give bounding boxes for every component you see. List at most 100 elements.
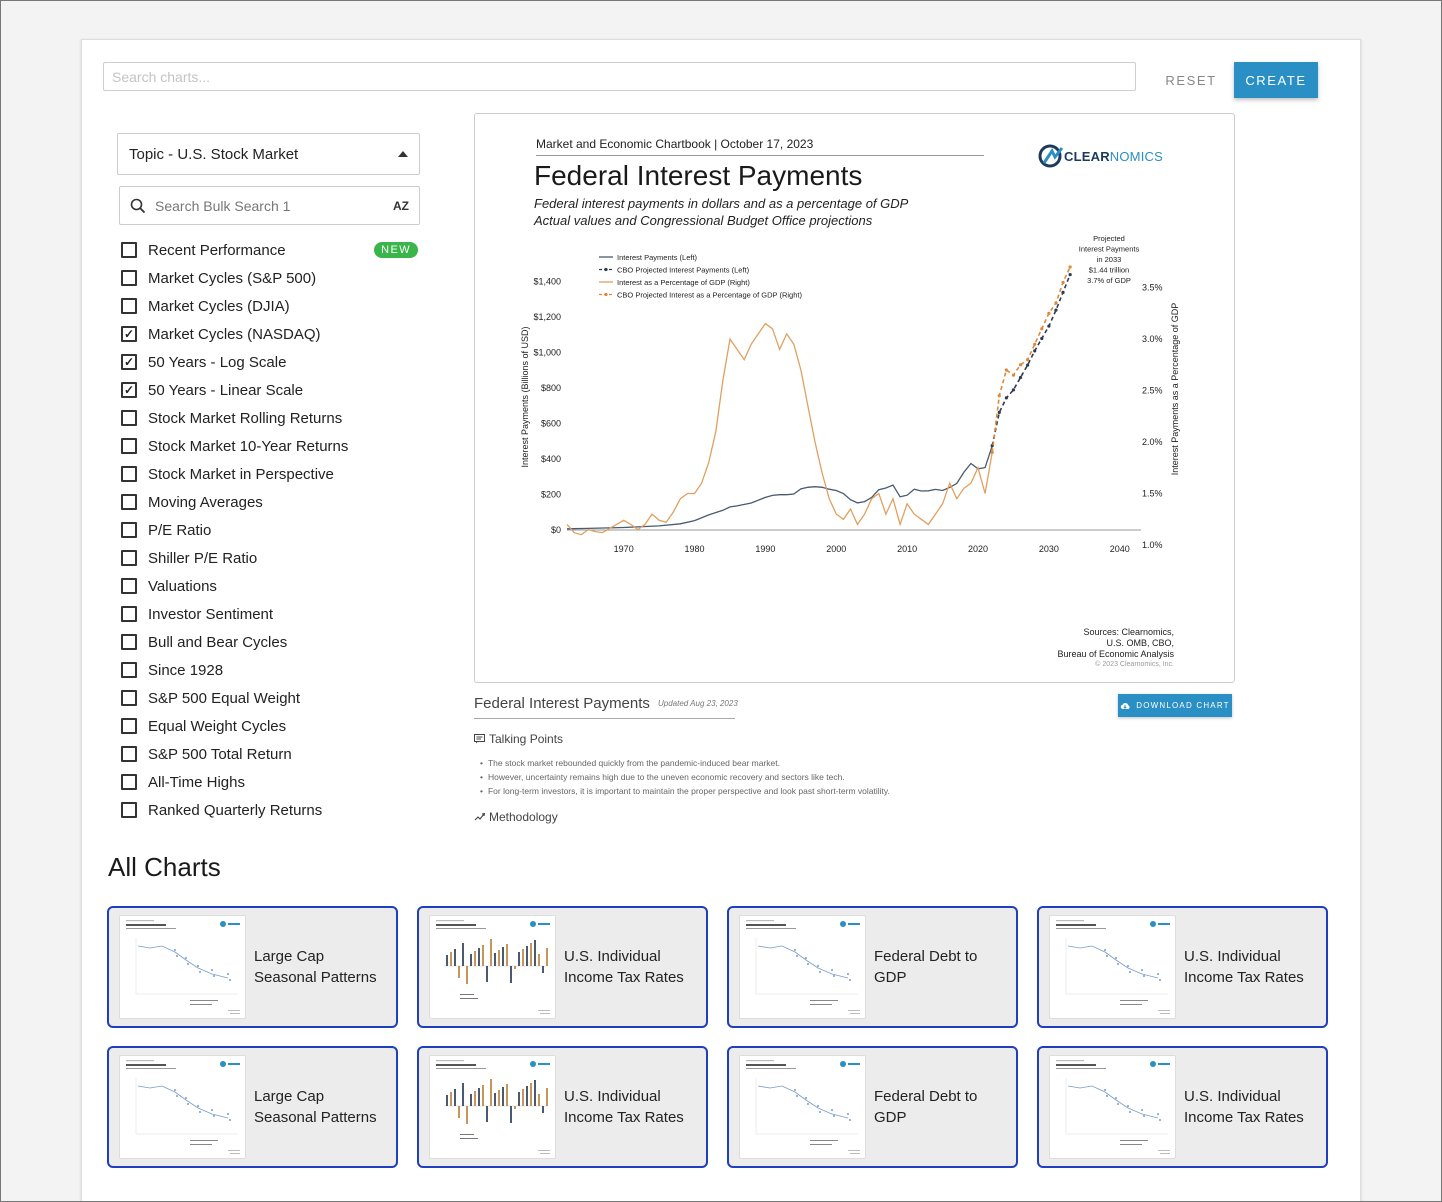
- chart-card[interactable]: U.S. Individual Income Tax Rates: [1037, 1046, 1328, 1168]
- series-point: [1054, 301, 1058, 305]
- checkbox[interactable]: [121, 298, 137, 314]
- series-point: [1068, 273, 1072, 277]
- chart-thumbnail: [429, 915, 556, 1019]
- checklist-item[interactable]: S&P 500 Equal Weight: [121, 684, 421, 712]
- chart-card[interactable]: Federal Debt to GDP: [727, 1046, 1018, 1168]
- series-point: [1026, 363, 1030, 367]
- checkbox[interactable]: [121, 746, 137, 762]
- chart-card[interactable]: U.S. Individual Income Tax Rates: [417, 906, 708, 1028]
- checkbox[interactable]: [121, 466, 137, 482]
- checkbox[interactable]: [121, 578, 137, 594]
- checklist-item-label: Ranked Quarterly Returns: [148, 801, 323, 819]
- methodology-heading[interactable]: Methodology: [474, 810, 558, 824]
- checklist-item-label: Valuations: [148, 577, 217, 595]
- topic-dropdown-label: Topic - U.S. Stock Market: [129, 145, 299, 163]
- search-icon: [130, 198, 146, 213]
- card-label-line: Large Cap: [254, 1088, 325, 1105]
- y-tick-label: $200: [541, 490, 561, 500]
- checklist-item[interactable]: ✓ 50 Years - Linear Scale: [121, 376, 421, 404]
- checkbox-checked[interactable]: ✓: [121, 326, 137, 342]
- checklist-item[interactable]: Bull and Bear Cycles: [121, 628, 421, 656]
- checkbox-checked[interactable]: ✓: [121, 382, 137, 398]
- series-point: [1068, 265, 1072, 269]
- checkbox-checked[interactable]: ✓: [121, 354, 137, 370]
- create-button[interactable]: CREATE: [1234, 62, 1318, 98]
- all-charts-heading: All Charts: [108, 852, 221, 882]
- card-label-line: U.S. Individual: [1184, 948, 1281, 965]
- chart-search-input[interactable]: [103, 62, 1136, 91]
- checklist-item-label: Market Cycles (S&P 500): [148, 269, 317, 287]
- checkbox[interactable]: [121, 802, 137, 818]
- checklist-item[interactable]: Equal Weight Cycles: [121, 712, 421, 740]
- x-tick-label: 1970: [614, 544, 634, 554]
- checklist-item[interactable]: Market Cycles (DJIA): [121, 292, 421, 320]
- y-axis-label: Interest Payments (Billions of USD): [520, 326, 530, 467]
- y-tick-label: $400: [541, 454, 561, 464]
- checkbox[interactable]: [121, 270, 137, 286]
- legend-label: CBO Projected Interest Payments (Left): [617, 266, 750, 275]
- checkbox[interactable]: [121, 438, 137, 454]
- checklist-item[interactable]: Stock Market 10-Year Returns: [121, 432, 421, 460]
- checkbox[interactable]: [121, 634, 137, 650]
- checkbox[interactable]: [121, 242, 137, 258]
- checklist-item[interactable]: S&P 500 Total Return: [121, 740, 421, 768]
- checklist-item[interactable]: Stock Market Rolling Returns: [121, 404, 421, 432]
- checklist-item-label: 50 Years - Linear Scale: [148, 381, 304, 399]
- checklist-item[interactable]: Since 1928: [121, 656, 421, 684]
- chart-card[interactable]: U.S. Individual Income Tax Rates: [1037, 906, 1328, 1028]
- x-tick-label: 2020: [968, 544, 988, 554]
- checklist-item[interactable]: Stock Market in Perspective: [121, 460, 421, 488]
- bulk-search-field[interactable]: Search Bulk Search 1 AZ: [119, 186, 420, 225]
- download-chart-label: DOWNLOAD CHART: [1136, 701, 1230, 710]
- talking-point: For long-term investors, it is important…: [480, 784, 890, 798]
- download-chart-button[interactable]: DOWNLOAD CHART: [1118, 694, 1232, 717]
- chart-preview: Market and Economic Chartbook | October …: [474, 113, 1235, 683]
- y2-tick-label: 2.5%: [1142, 386, 1163, 396]
- series-line: [991, 274, 1071, 446]
- checklist-item[interactable]: P/E Ratio: [121, 516, 421, 544]
- checklist-item-label: All-Time Highs: [148, 773, 245, 791]
- series-point: [1054, 308, 1058, 312]
- checklist-item-label: 50 Years - Log Scale: [148, 353, 287, 371]
- checkbox[interactable]: [121, 410, 137, 426]
- checklist-item-label: Bull and Bear Cycles: [148, 633, 288, 651]
- checklist-item[interactable]: ✓ Market Cycles (NASDAQ): [121, 320, 421, 348]
- series-point: [1061, 280, 1065, 285]
- checkbox[interactable]: [121, 690, 137, 706]
- checklist-item-label: P/E Ratio: [148, 521, 212, 539]
- checkbox[interactable]: [121, 774, 137, 790]
- talking-points-heading[interactable]: Talking Points: [474, 732, 563, 746]
- checklist-item[interactable]: Investor Sentiment: [121, 600, 421, 628]
- checkbox[interactable]: [121, 522, 137, 538]
- card-label-line: Income Tax Rates: [564, 1109, 684, 1126]
- checkbox[interactable]: [121, 662, 137, 678]
- card-label-line: U.S. Individual: [564, 948, 661, 965]
- checkbox[interactable]: [121, 550, 137, 566]
- series-point: [1033, 349, 1037, 353]
- checklist-item[interactable]: Moving Averages: [121, 488, 421, 516]
- chart-card[interactable]: Large Cap Seasonal Patterns: [107, 906, 398, 1028]
- reset-button[interactable]: RESET: [1160, 68, 1222, 92]
- checklist-item-label: Investor Sentiment: [148, 605, 274, 623]
- checklist-item[interactable]: Ranked Quarterly Returns: [121, 796, 421, 824]
- chart-card[interactable]: Large Cap Seasonal Patterns: [107, 1046, 398, 1168]
- chart-thumbnail: [1049, 915, 1176, 1019]
- y-tick-label: $1,400: [533, 277, 561, 287]
- sort-az-icon[interactable]: AZ: [393, 199, 409, 213]
- chart-card-label: Large Cap Seasonal Patterns: [254, 1086, 394, 1128]
- notes-icon: [474, 734, 485, 744]
- chart-card[interactable]: U.S. Individual Income Tax Rates: [417, 1046, 708, 1168]
- checkbox[interactable]: [121, 606, 137, 622]
- checkbox[interactable]: [121, 718, 137, 734]
- chart-card[interactable]: Federal Debt to GDP: [727, 906, 1018, 1028]
- series-point: [1004, 368, 1008, 372]
- checklist-item[interactable]: Shiller P/E Ratio: [121, 544, 421, 572]
- series-point: [1011, 388, 1016, 392]
- checklist-item[interactable]: All-Time Highs: [121, 768, 421, 796]
- checklist-item[interactable]: Market Cycles (S&P 500): [121, 264, 421, 292]
- checkbox[interactable]: [121, 494, 137, 510]
- topic-dropdown[interactable]: Topic - U.S. Stock Market: [117, 133, 420, 175]
- checklist-item[interactable]: Valuations: [121, 572, 421, 600]
- checklist-item[interactable]: Recent Performance NEW: [121, 236, 421, 264]
- checklist-item[interactable]: ✓ 50 Years - Log Scale: [121, 348, 421, 376]
